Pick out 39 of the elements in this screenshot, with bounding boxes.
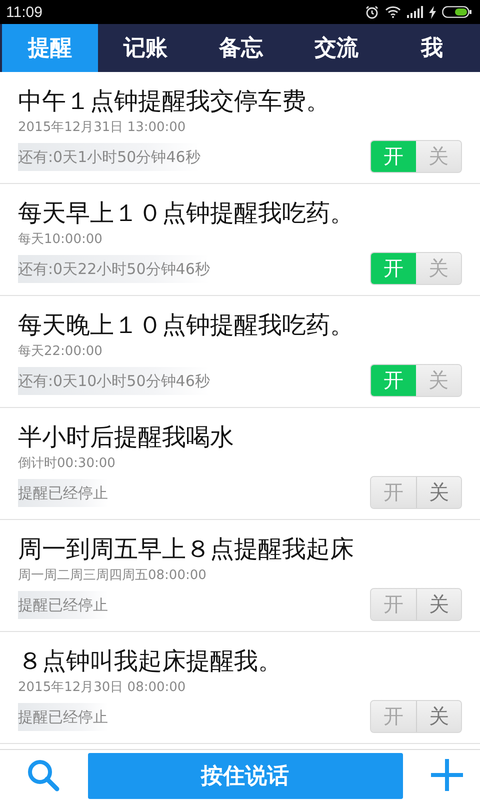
reminder-title: ８点钟叫我起床提醒我。 <box>18 646 283 676</box>
countdown-status: 还有:0天1小时50分钟46秒 <box>18 142 200 170</box>
on-off-toggle[interactable]: 开 关 <box>370 476 462 509</box>
nav-tab[interactable]: 交流 <box>288 24 384 72</box>
battery-icon <box>442 6 472 18</box>
reminder-schedule: 2015年12月31日 13:00:00 <box>18 120 187 136</box>
nav-tab[interactable]: 记账 <box>98 24 194 72</box>
nav-tab[interactable]: 备忘 <box>193 24 289 72</box>
reminder-title: 每天晚上１０点钟提醒我吃药。 <box>18 310 355 340</box>
reminder-schedule: 倒计时00:30:00 <box>18 456 116 472</box>
alarm-clock-icon <box>365 5 379 19</box>
reminder-title: 周一到周五早上８点提醒我起床 <box>18 534 355 564</box>
reminder-title: 中午１点钟提醒我交停车费。 <box>18 86 331 116</box>
reminder-schedule: 每天22:00:00 <box>18 344 104 360</box>
reminder-item[interactable]: 中午１点钟提醒我交停车费。 2015年12月31日 13:00:00 还有:0天1小时50分钟46秒 开 关 <box>0 72 480 184</box>
countdown-status: 还有:0天22小时50分钟46秒 <box>18 254 210 282</box>
signal-icon <box>407 6 423 18</box>
countdown-status: 提醒已经停止 <box>18 702 108 730</box>
countdown-status: 提醒已经停止 <box>18 478 108 506</box>
reminder-item[interactable]: 每天早上１０点钟提醒我吃药。 每天10:00:00 还有:0天22小时50分钟46秒 开 关 <box>0 184 480 296</box>
reminder-item[interactable]: 半小时后提醒我喝水 倒计时00:30:00 提醒已经停止 开 关 <box>0 408 480 520</box>
charging-icon <box>429 6 436 18</box>
on-off-toggle[interactable]: 开 关 <box>370 588 462 621</box>
reminder-item[interactable]: 周一到周五早上８点提醒我起床 周一周二周三周四周五08:00:00 提醒已经停止 开 关 <box>0 520 480 632</box>
countdown-status: 提醒已经停止 <box>18 590 108 618</box>
reminder-schedule: 周一周二周三周四周五08:00:00 <box>18 568 208 584</box>
add-icon[interactable] <box>430 758 464 792</box>
reminder-item[interactable]: ８点钟叫我起床提醒我。 2015年12月30日 08:00:00 提醒已经停止 开 关 <box>0 632 480 744</box>
reminder-item[interactable]: 每天晚上１０点钟提醒我吃药。 每天22:00:00 还有:0天10小时50分钟46秒 开 关 <box>0 296 480 408</box>
countdown-status: 还有:0天10小时50分钟46秒 <box>18 366 210 394</box>
reminder-schedule: 2015年12月30日 08:00:00 <box>18 680 187 696</box>
nav-tab[interactable]: 我 <box>384 24 480 72</box>
reminder-title: 半小时后提醒我喝水 <box>18 422 235 452</box>
wifi-icon <box>385 6 401 18</box>
on-off-toggle[interactable]: 开 关 <box>370 700 462 733</box>
search-icon[interactable] <box>26 758 60 792</box>
reminder-title: 每天早上１０点钟提醒我吃药。 <box>18 198 355 228</box>
reminder-schedule: 每天10:00:00 <box>18 232 104 248</box>
clock-time: 11:09 <box>6 4 42 20</box>
